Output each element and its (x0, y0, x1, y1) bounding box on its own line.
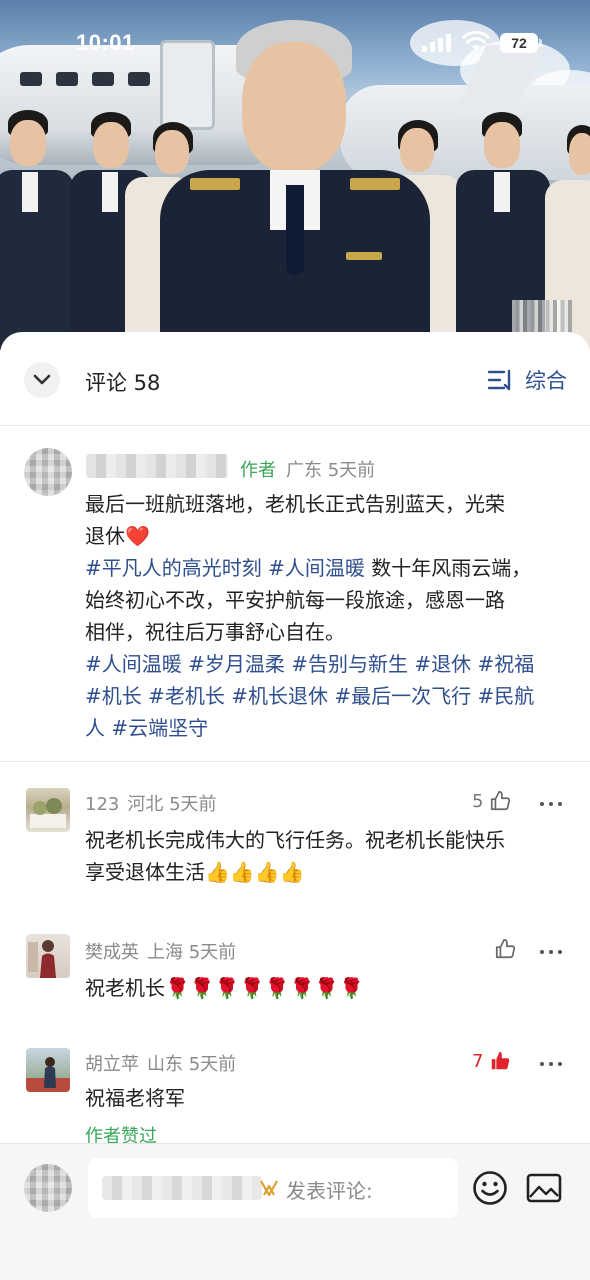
comment-text: 祝老机长🌹🌹🌹🌹🌹🌹🌹🌹 (85, 972, 565, 1004)
comment-sheet: 评论 58 综合 作者 广东 5天前 最后一班航班落地，老机长正式告别蓝天，光荣 … (0, 332, 590, 1280)
comment-username[interactable]: 胡立苹 (85, 1054, 139, 1075)
author-name-blurred[interactable] (86, 454, 228, 478)
comments-header: 评论 58 综合 (0, 332, 590, 426)
comment-input[interactable]: 发表评论: (88, 1158, 458, 1218)
comment-line: 祝老机长🌹🌹🌹🌹🌹🌹🌹🌹 (85, 976, 365, 1000)
mention-icon (260, 1180, 278, 1197)
more-button[interactable] (540, 1060, 566, 1068)
comment-meta: 123 河北 5天前 (85, 790, 217, 816)
like-count: 7 (472, 1050, 484, 1072)
comment-item: 123 河北 5天前 5 祝老机长完成伟大的飞行任务。祝老机长能快乐 享受退体生活… (0, 784, 590, 934)
comment-line: 祝老机长完成伟大的飞行任务。祝老机长能快乐 (85, 828, 505, 852)
post-line: 相伴，祝往后万事舒心自在。 (85, 620, 345, 644)
comment-meta: 樊成英 上海 5天前 (85, 938, 236, 964)
hashtag-group[interactable]: #机长 #老机长 #机长退休 #最后一次飞行 #民航 (85, 680, 565, 712)
avatar-image (30, 798, 66, 828)
post-line: 始终初心不改，平安护航每一段旅途，感恩一路 (85, 588, 505, 612)
heart-emoji: ❤️ (125, 524, 150, 548)
watermark-mosaic (512, 300, 572, 336)
avatar[interactable] (26, 1048, 70, 1092)
signal-icon (422, 34, 454, 52)
post-line: 退休 (85, 524, 125, 548)
avatar[interactable] (26, 934, 70, 978)
thumbs-up-icon (491, 791, 511, 811)
input-placeholder: 发表评论: (286, 1179, 373, 1203)
author-tag: 作者 (240, 460, 276, 481)
sort-label: 综合 (525, 369, 567, 393)
comment-item: 胡立苹 山东 5天前 7 祝福老将军 作者赞过 (0, 1044, 590, 1147)
comment-count: 评论 58 (85, 371, 161, 395)
comment-time: 5天前 (188, 942, 237, 963)
comment-text: 祝福老将军 (85, 1082, 565, 1114)
post-meta: 作者 广东 5天前 (240, 456, 375, 482)
sort-button[interactable]: 综合 (487, 366, 567, 394)
status-bar: 10:01 72 (0, 0, 590, 90)
like-count: 5 (472, 790, 484, 812)
post-location: 广东 (286, 460, 322, 481)
post-text: 最后一班航班落地，老机长正式告别蓝天，光荣 退休❤️ #平凡人的高光时刻 #人间… (85, 488, 565, 744)
like-button[interactable]: 7 (472, 1050, 511, 1072)
post-line: 数十年风雨云端， (364, 556, 532, 580)
avatar[interactable] (26, 788, 70, 832)
comment-location: 河北 (127, 794, 164, 815)
comment-username[interactable]: 樊成英 (85, 942, 139, 963)
comment-text: 祝老机长完成伟大的飞行任务。祝老机长能快乐 享受退体生活👍👍👍👍 (85, 824, 565, 888)
wifi-icon (462, 30, 490, 51)
comment-time: 5天前 (169, 794, 217, 815)
battery-indicator: 72 (500, 33, 542, 53)
hashtag-group[interactable]: 人 #云端坚守 (85, 712, 565, 744)
post-time: 5天前 (327, 460, 376, 481)
comment-username[interactable]: 123 (85, 794, 119, 815)
avatar-image (28, 940, 56, 978)
author-post: 作者 广东 5天前 最后一班航班落地，老机长正式告别蓝天，光荣 退休❤️ #平凡人… (0, 426, 590, 762)
chevron-down-icon (33, 374, 51, 385)
status-time: 10:01 (76, 30, 135, 55)
comment-input-bar: 发表评论: (0, 1143, 590, 1280)
hashtag-group[interactable]: #平凡人的高光时刻 #人间温暖 (85, 556, 365, 580)
more-button[interactable] (540, 948, 566, 956)
image-icon[interactable] (526, 1172, 562, 1204)
my-avatar[interactable] (24, 1164, 72, 1212)
comment-location: 上海 (147, 942, 183, 963)
thumbs-up-icon (492, 1051, 510, 1070)
like-button[interactable]: 5 (472, 790, 511, 812)
hashtag-group[interactable]: #人间温暖 #岁月温柔 #告别与新生 #退休 #祝福 (85, 648, 565, 680)
more-button[interactable] (540, 800, 566, 808)
avatar[interactable] (24, 448, 72, 496)
comment-meta: 胡立苹 山东 5天前 (85, 1050, 236, 1076)
emoji-icon[interactable] (472, 1170, 508, 1206)
like-button[interactable] (494, 938, 516, 960)
comment-time: 5天前 (188, 1054, 237, 1075)
comment-item: 樊成英 上海 5天前 祝老机长🌹🌹🌹🌹🌹🌹🌹🌹 (0, 932, 590, 1042)
sort-icon (487, 369, 511, 391)
thumbs-up-icon (495, 939, 516, 959)
input-blurred-text (102, 1176, 262, 1200)
post-line: 最后一班航班落地，老机长正式告别蓝天，光荣 (85, 492, 505, 516)
comment-line: 祝福老将军 (85, 1086, 185, 1110)
avatar-image (26, 1057, 70, 1092)
comment-location: 山东 (147, 1054, 183, 1075)
collapse-button[interactable] (24, 362, 60, 398)
comment-line: 享受退体生活👍👍👍👍 (85, 860, 305, 884)
